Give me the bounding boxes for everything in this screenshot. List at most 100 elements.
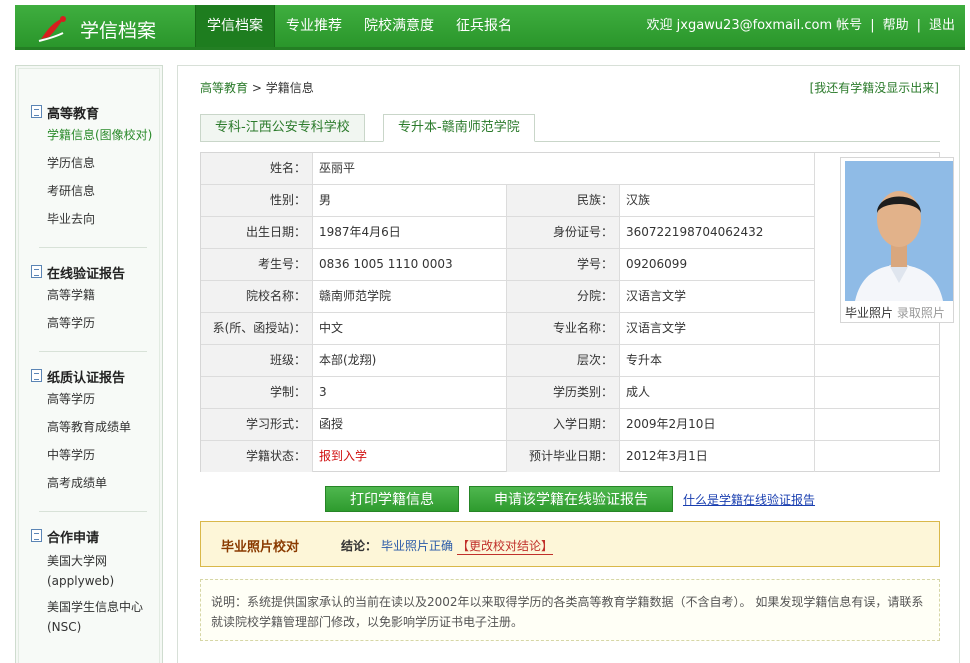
label-status: 学籍状态： [201, 441, 313, 472]
label-gender: 性别： [201, 185, 313, 216]
value-name: 巫丽平 [313, 153, 815, 184]
photo-caption: 毕业照片 录取照片 [845, 304, 945, 321]
value-major: 汉语言文学 [620, 313, 815, 344]
sidebar-item-applyweb[interactable]: 美国大学网(applyweb) [31, 551, 147, 591]
table-row: 性别： 男 民族： 汉族 [201, 185, 815, 217]
value-school-name: 赣南师范学院 [313, 281, 507, 312]
sidebar-section-paper-report: 纸质认证报告 高等学历 高等教育成绩单 中等学历 高考成绩单 [31, 367, 131, 497]
sidebar-item-paper-higher-degree[interactable]: 高等学历 [31, 385, 131, 413]
table-row: 学制： 3 学历类别： 成人 [201, 377, 940, 409]
graduation-photo-label: 毕业照片 [845, 306, 894, 320]
sidebar-item-degree-info[interactable]: 学历信息 [31, 149, 152, 177]
print-status-button[interactable]: 打印学籍信息 [325, 486, 459, 512]
brand-title: 学信档案 [80, 20, 157, 42]
tab-junior-college[interactable]: 专科-江西公安专科学校 [200, 114, 365, 142]
admission-photo-link[interactable]: 录取照片 [897, 306, 945, 320]
label-school-name: 院校名称： [201, 281, 313, 312]
value-birthdate: 1987年4月6日 [313, 217, 507, 248]
section-title-text: 高等教育 [47, 107, 100, 122]
sidebar-item-graduation-destination[interactable]: 毕业去向 [31, 205, 152, 233]
label-expected-graduation: 预计毕业日期： [507, 441, 620, 472]
sidebar-item-secondary-degree[interactable]: 中等学历 [31, 441, 131, 469]
separator: | [870, 18, 875, 33]
divider [39, 511, 147, 512]
missing-record-link[interactable]: [我还有学籍没显示出来] [810, 79, 939, 96]
value-degree-type: 成人 [620, 377, 815, 408]
sidebar-section-title: 纸质认证报告 [31, 367, 131, 386]
value-exam-number: 0836 1005 1110 0003 [313, 249, 507, 280]
student-photo [845, 161, 953, 301]
account-link[interactable]: 帐号 [834, 5, 864, 47]
sidebar-item-transcript[interactable]: 高等教育成绩单 [31, 413, 131, 441]
label-student-number: 学号： [507, 249, 620, 280]
document-icon [31, 105, 42, 118]
label-department: 系(所、函授站)： [201, 313, 313, 344]
sidebar: 高等教育 学籍信息(图像校对) 学历信息 考研信息 毕业去向 在线验证报告 高等… [15, 65, 163, 663]
label-exam-number: 考生号： [201, 249, 313, 280]
value-enroll-date: 2009年2月10日 [620, 409, 815, 440]
sidebar-section-title: 在线验证报告 [31, 263, 126, 282]
value-student-number: 09206099 [620, 249, 815, 280]
value-ethnicity: 汉族 [620, 185, 815, 216]
sidebar-item-higher-status[interactable]: 高等学籍 [31, 281, 125, 309]
separator: | [916, 18, 921, 33]
breadcrumb-arrow: > [251, 81, 262, 95]
apply-report-button[interactable]: 申请该学籍在线验证报告 [469, 486, 673, 512]
main-nav: 学信档案 专业推荐 院校满意度 征兵报名 [195, 5, 523, 47]
verify-conclusion-label: 结论： [341, 539, 378, 553]
table-row: 学习形式： 函授 入学日期： 2009年2月10日 [201, 409, 940, 441]
user-area: 欢迎 jxgawu23@foxmail.com 帐号 | 帮助 | 退出 [645, 5, 957, 47]
label-birthdate: 出生日期： [201, 217, 313, 248]
label-duration: 学制： [201, 377, 313, 408]
label-ethnicity: 民族： [507, 185, 620, 216]
section-title-text: 在线验证报告 [47, 267, 126, 282]
label-class: 班级： [201, 345, 313, 376]
breadcrumb: 高等教育 > 学籍信息 [200, 79, 314, 96]
what-is-report-link[interactable]: 什么是学籍在线验证报告 [683, 491, 815, 508]
change-conclusion-link[interactable]: 【更改校对结论】 [457, 537, 554, 555]
value-department: 中文 [313, 313, 507, 344]
value-expected-graduation: 2012年3月1日 [620, 441, 815, 472]
sidebar-panel: 高等教育 学籍信息(图像校对) 学历信息 考研信息 毕业去向 在线验证报告 高等… [18, 68, 160, 663]
document-icon [31, 529, 42, 542]
document-icon [31, 369, 42, 382]
student-info-table: 姓名： 巫丽平 性别： 男 民族： 汉族 出生日期： 1987年4月6日 身份证… [200, 152, 954, 473]
value-id-number: 360722198704062432 [620, 217, 815, 248]
help-link[interactable]: 帮助 [881, 5, 911, 47]
label-name: 姓名： [201, 153, 313, 184]
photo-box: 毕业照片 录取照片 [840, 157, 954, 323]
logout-link[interactable]: 退出 [927, 5, 957, 47]
value-level: 专升本 [620, 345, 815, 376]
divider [39, 351, 147, 352]
logo-icon [38, 16, 66, 42]
value-status: 报到入学 [313, 441, 507, 472]
table-row: 出生日期： 1987年4月6日 身份证号： 360722198704062432 [201, 217, 815, 249]
sidebar-item-student-status[interactable]: 学籍信息(图像校对) [31, 121, 152, 149]
tab-upgrade-bachelor[interactable]: 专升本-赣南师范学院 [383, 114, 535, 142]
value-study-form: 函授 [313, 409, 507, 440]
main-content: 高等教育 > 学籍信息 [我还有学籍没显示出来] 专科-江西公安专科学校 专升本… [177, 65, 960, 663]
label-level: 层次： [507, 345, 620, 376]
sidebar-item-gaokao-score[interactable]: 高考成绩单 [31, 469, 131, 497]
nav-school-satisfaction[interactable]: 院校满意度 [353, 5, 445, 47]
nav-recruit-signup[interactable]: 征兵报名 [445, 5, 523, 47]
value-class: 本部(龙翔) [313, 345, 507, 376]
photo-verify-panel: 毕业照片校对 结论： 毕业照片正确 【更改校对结论】 [200, 521, 940, 567]
sidebar-item-postgrad-info[interactable]: 考研信息 [31, 177, 152, 205]
document-icon [31, 265, 42, 278]
welcome-text: 欢迎 jxgawu23@foxmail.com [646, 18, 833, 33]
nav-major-recommend[interactable]: 专业推荐 [275, 5, 353, 47]
label-id-number: 身份证号： [507, 217, 620, 248]
label-enroll-date: 入学日期： [507, 409, 620, 440]
sidebar-section-title: 高等教育 [31, 103, 152, 122]
nav-xuexin-archive[interactable]: 学信档案 [195, 5, 275, 47]
sidebar-item-nsc[interactable]: 美国学生信息中心(NSC) [31, 597, 147, 637]
top-header: 学信档案 学信档案 专业推荐 院校满意度 征兵报名 欢迎 jxgawu23@fo… [15, 5, 965, 50]
table-row: 姓名： 巫丽平 [201, 153, 815, 185]
table-row: 班级： 本部(龙翔) 层次： 专升本 [201, 345, 940, 377]
value-branch: 汉语言文学 [620, 281, 815, 312]
breadcrumb-root[interactable]: 高等教育 [200, 81, 248, 95]
sidebar-item-higher-degree[interactable]: 高等学历 [31, 309, 125, 337]
value-duration: 3 [313, 377, 507, 408]
table-row: 学籍状态： 报到入学 预计毕业日期： 2012年3月1日 [201, 441, 940, 473]
